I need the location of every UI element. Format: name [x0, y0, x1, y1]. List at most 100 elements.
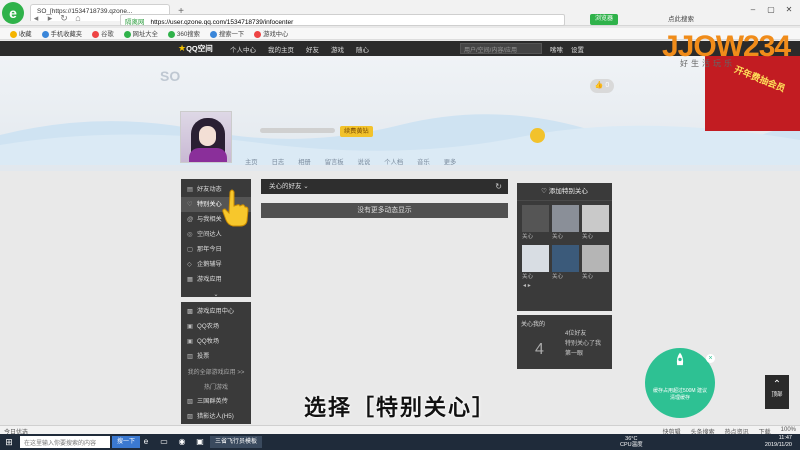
taskbar-app[interactable]: 三省飞行员模板	[210, 436, 263, 448]
prev-page-icon[interactable]: ◂	[523, 283, 526, 289]
url-text: https://user.qzone.qq.com/1534718739/inf…	[150, 19, 294, 26]
browser-statusbar: 今日优选 快剪辑 头条搜索 热点资讯 下载 100%	[0, 425, 800, 436]
bookmark-item[interactable]: 谷歌	[92, 29, 114, 38]
coin-icon	[530, 128, 545, 143]
avatar[interactable]	[180, 111, 232, 163]
folder-icon[interactable]: ▭	[158, 436, 170, 448]
care-me-panel: 关心我的 4 4位好友 特别关心了我 第一眼	[517, 315, 612, 369]
home-icon[interactable]: ⌂	[72, 12, 84, 24]
bookmark-item[interactable]: 收藏	[10, 29, 32, 38]
game-center-icon: ▩	[187, 308, 193, 315]
bookmark-item[interactable]: 360搜索	[167, 29, 200, 38]
site-watermark-subtitle: 好生活玩乐	[680, 59, 735, 68]
sidebar-item-qq-ranch[interactable]: ▣ QQ牧场	[181, 334, 251, 349]
url-input[interactable]: 隔离网 https://user.qzone.qq.com/1534718739/…	[120, 14, 565, 26]
back-icon[interactable]: ◂	[30, 12, 42, 24]
system-tray: 36°C CPU温度	[620, 436, 643, 448]
friend-card[interactable]: 关心	[552, 245, 579, 282]
bookmark-item[interactable]: 游戏中心	[254, 29, 288, 38]
care-me-count: 4	[535, 341, 544, 358]
qq-farm-icon: ▣	[187, 323, 193, 330]
feed-empty-message: 没有更多动态显示	[261, 203, 508, 218]
rocket-icon	[676, 352, 684, 366]
visitor-icon: ◎	[187, 231, 193, 238]
taskbar-apps: e ▭ ◉ ▣	[140, 436, 206, 448]
refresh-icon[interactable]: ↻	[495, 179, 502, 194]
browser-search[interactable]: 点此搜索	[668, 14, 788, 26]
care-me-label: 关心我的	[521, 322, 546, 328]
feed-icon: ▤	[187, 186, 193, 193]
nav-item-personal[interactable]: 个人中心	[230, 44, 256, 54]
bookmark-item[interactable]: 搜索一下	[209, 29, 244, 38]
special-care-pager: ◂ ▸	[517, 282, 612, 289]
special-care-panel: ♡ 添加特别关心 关心 关心 关心 关心 关心 关心 ◂ ▸	[517, 183, 612, 311]
taskbar-search-button[interactable]: 搜一下	[112, 436, 141, 448]
tab-music[interactable]: 音乐	[417, 157, 430, 166]
nav-item-friends[interactable]: 好友	[306, 44, 319, 54]
bookmark-item[interactable]: 手机收藏夹	[41, 29, 82, 38]
store-icon[interactable]: ▣	[194, 436, 206, 448]
qzone-nav-items: 个人中心 我的主页 好友 游戏 随心	[230, 44, 369, 54]
sidebar-item-vote[interactable]: ▥ 投票	[181, 349, 251, 364]
add-special-care-button[interactable]: ♡ 添加特别关心	[517, 183, 612, 201]
user-name[interactable]: 嗦嗦	[550, 44, 563, 54]
friend-card[interactable]: 关心	[582, 205, 609, 242]
profile-tabs: 主页 日志 相册 留言板 说说 个人档 音乐 更多	[245, 157, 456, 166]
nav-item-home[interactable]: 我的主页	[268, 44, 294, 54]
stock-icon: ▥	[187, 353, 193, 360]
tab-album[interactable]: 相册	[298, 157, 311, 166]
sidebar-item-qq-farm[interactable]: ▣ QQ农场	[181, 319, 251, 334]
qq-ranch-icon: ▣	[187, 338, 193, 345]
system-clock[interactable]: 11:47 2019/11/20	[765, 435, 792, 449]
friend-card[interactable]: 关心	[522, 245, 549, 282]
banner-wave	[0, 114, 800, 165]
heart-icon: ♡	[187, 201, 193, 208]
renew-vip-button[interactable]: 续费黄钻	[340, 126, 373, 137]
bookmark-item[interactable]: 网址大全	[123, 29, 158, 38]
settings-link[interactable]: 设置	[571, 44, 584, 54]
tab-more[interactable]: 更多	[444, 157, 457, 166]
sidebar-item-game-center[interactable]: ▩ 游戏应用中心	[181, 304, 251, 319]
edge-icon[interactable]: e	[140, 436, 152, 448]
calendar-icon: ▢	[187, 246, 193, 253]
refresh-icon[interactable]: ↻	[58, 12, 70, 24]
expand-chevron-icon[interactable]: ⌄	[181, 287, 251, 302]
special-care-grid: 关心 关心 关心 关心 关心 关心	[517, 201, 612, 282]
nav-item-games[interactable]: 游戏	[331, 44, 344, 54]
qzone-logo[interactable]: ★QQ空间	[178, 43, 213, 54]
vip-progress-bar	[260, 128, 335, 133]
next-page-icon[interactable]: ▸	[528, 283, 531, 289]
friend-card[interactable]: 关心	[582, 245, 609, 282]
feed-panel: 关心的好友 ⌄ ↻ 没有更多动态显示	[261, 179, 508, 218]
close-icon[interactable]: ×	[706, 354, 715, 363]
tab-profile[interactable]: 个人档	[384, 157, 403, 166]
chevron-up-icon: ⌃	[772, 379, 782, 390]
sidebar-item-on-this-day[interactable]: ▢ 那年今日	[181, 242, 251, 257]
feed-header[interactable]: 关心的好友 ⌄ ↻	[261, 179, 508, 194]
url-safe-badge: 隔离网	[125, 19, 145, 26]
care-me-text[interactable]: 4位好友 特别关心了我 第一眼	[565, 329, 601, 359]
sidebar-item-games[interactable]: ▦ 游戏应用	[181, 272, 251, 287]
cpu-temp: 36°C CPU温度	[620, 436, 643, 448]
sidebar-item-expert[interactable]: ◎ 空间达人	[181, 227, 251, 242]
like-counter[interactable]: 👍 0	[590, 79, 614, 93]
windows-taskbar: ⊞ 在这里输入你要搜索的内容 搜一下 e ▭ ◉ ▣ 三省飞行员模板 36°C …	[0, 434, 800, 450]
friend-card[interactable]: 关心	[552, 205, 579, 242]
browser-action-button[interactable]: 浏览器	[590, 14, 619, 25]
tab-home[interactable]: 主页	[245, 157, 258, 166]
windows-start-icon[interactable]: ⊞	[2, 436, 16, 448]
sidebar-item-tutor[interactable]: ◇ 企鹅辅导	[181, 257, 251, 272]
star-icon: ★	[178, 43, 187, 53]
tab-blog[interactable]: 日志	[272, 157, 285, 166]
browser-360-icon[interactable]: ◉	[176, 436, 188, 448]
tab-shuoshuo[interactable]: 说说	[358, 157, 371, 166]
taskbar-search-input[interactable]: 在这里输入你要搜索的内容	[20, 436, 110, 448]
tutorial-caption: 选择［特别关心］	[303, 395, 496, 420]
friend-card[interactable]: 关心	[522, 205, 549, 242]
helper-icon: ◇	[187, 261, 192, 268]
all-apps-link[interactable]: 我的全部游戏应用 >>	[181, 364, 251, 379]
tab-message-board[interactable]: 留言板	[325, 157, 344, 166]
forward-icon[interactable]: ▸	[44, 12, 56, 24]
qzone-search-input[interactable]: 用户/空间/内容/应用	[460, 43, 542, 54]
nav-item-random[interactable]: 随心	[356, 44, 369, 54]
